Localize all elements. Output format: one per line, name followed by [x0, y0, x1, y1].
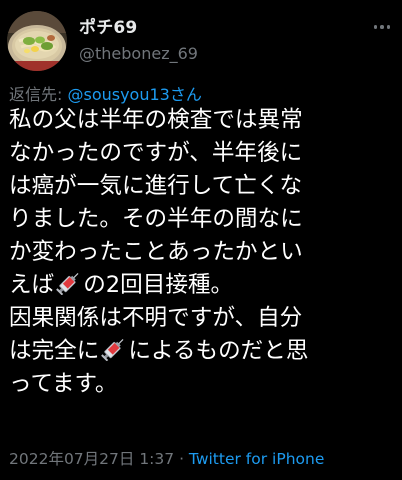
tweet-text-segment: 私の父は半年の検査では異常 — [9, 107, 303, 133]
source-link[interactable]: Twitter for iPhone — [189, 450, 324, 468]
syringe-emoji — [101, 339, 124, 361]
tweet-text-segment: の2回目接種。 — [83, 272, 234, 298]
tweet-text-segment: えば — [9, 272, 55, 298]
more-dot — [380, 25, 384, 29]
tweet-meta: 2022年07月27日 1:37 · Twitter for iPhone — [9, 447, 324, 469]
reply-mention-link[interactable]: @sousyou13さん — [67, 85, 201, 104]
tweet-line: は完全に によるものだと思 — [9, 335, 397, 368]
more-dots-icon[interactable] — [369, 18, 395, 36]
tweet-text-segment: 因果関係は不明ですが、自分 — [9, 305, 303, 331]
tweet-line: なかったのですが、半年後に — [9, 137, 397, 170]
tweet-text-segment: によるものだと思 — [128, 338, 309, 364]
reply-context: 返信先: @sousyou13さん — [9, 81, 202, 105]
tweet-line: ってます。 — [9, 368, 397, 401]
tweet-text-segment: か変わったことあったかとい — [9, 239, 303, 265]
user-handle[interactable]: @thebonez_69 — [79, 44, 198, 63]
tweet-line: は癌が一気に進行して亡くな — [9, 170, 397, 203]
tweet-text-segment: は完全に — [9, 338, 100, 364]
tweet-text-segment: なかったのですが、半年後に — [9, 140, 303, 166]
tweet-line: か変わったことあったかとい — [9, 236, 397, 269]
tweet-text: 私の父は半年の検査では異常 なかったのですが、半年後に は癌が一気に進行して亡くなり… — [9, 104, 397, 401]
more-dot — [373, 25, 378, 29]
meta-separator: · — [174, 450, 189, 468]
tweet-text-segment: ってます。 — [9, 371, 118, 397]
more-dot — [386, 25, 391, 29]
avatar[interactable] — [7, 11, 67, 71]
tweet-line: 因果関係は不明ですが、自分 — [9, 302, 397, 335]
tweet-line: 私の父は半年の検査では異常 — [9, 104, 397, 137]
timestamp[interactable]: 2022年07月27日 1:37 — [9, 450, 174, 468]
tweet-text-segment: は癌が一気に進行して亡くな — [9, 173, 303, 199]
display-name[interactable]: ポチ69 — [79, 13, 137, 38]
tweet-text-segment: りました。その半年の間なに — [9, 206, 303, 232]
tweet-line: りました。その半年の間なに — [9, 203, 397, 236]
tweet-line: えば の2回目接種。 — [9, 269, 397, 302]
ramen-bowl-avatar — [7, 11, 67, 71]
reply-prefix: 返信先: — [9, 85, 68, 104]
syringe-emoji — [56, 273, 79, 295]
tweet: ポチ69 @thebonez_69 返信先: @sousyou13さん 私の父は… — [0, 0, 402, 480]
